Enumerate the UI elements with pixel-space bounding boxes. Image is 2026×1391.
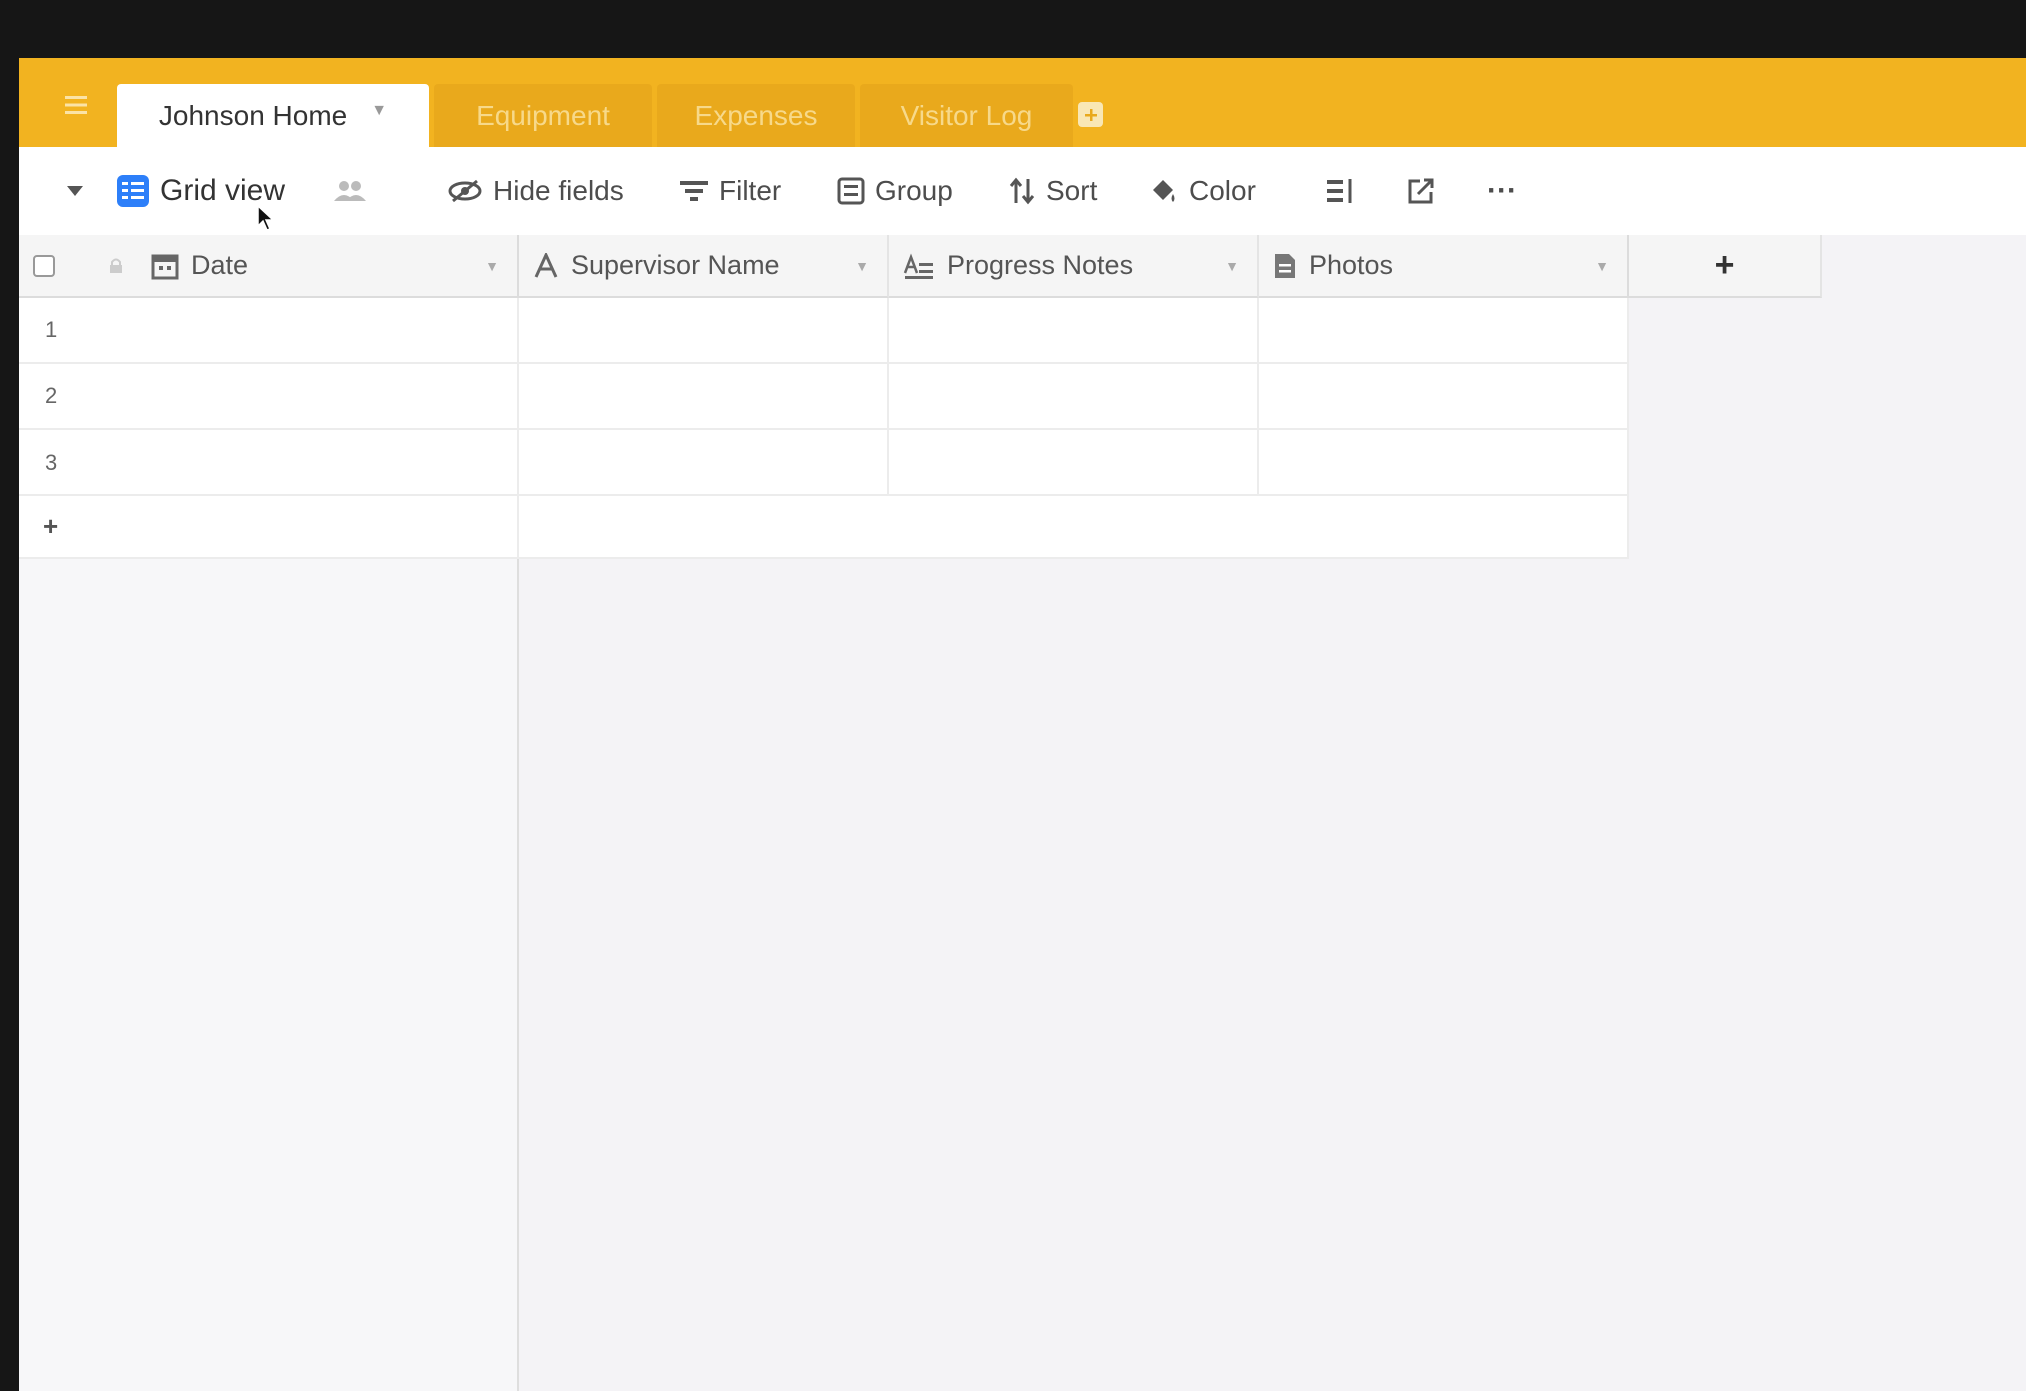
data-grid: Date ▼ Supervisor Name ▼ Progress Notes … bbox=[19, 205, 2026, 1391]
row-number: 3 bbox=[45, 450, 58, 475]
collaborators-icon[interactable] bbox=[333, 147, 367, 235]
chevron-down-icon[interactable]: ▼ bbox=[485, 258, 499, 274]
grid-view-icon bbox=[117, 175, 149, 207]
column-label: Photos bbox=[1309, 250, 1394, 280]
tab-johnson-home[interactable]: Johnson Home ▼ bbox=[117, 84, 429, 147]
chevron-down-icon[interactable]: ▼ bbox=[855, 258, 869, 274]
plus-icon bbox=[1084, 108, 1097, 121]
row-height-button[interactable] bbox=[1325, 147, 1355, 235]
column-label: Date bbox=[191, 250, 249, 280]
column-label: Progress Notes bbox=[947, 250, 1134, 280]
plus-icon: + bbox=[1714, 246, 1735, 284]
table-cell[interactable] bbox=[1259, 364, 1629, 430]
table-cell[interactable] bbox=[889, 298, 1259, 364]
view-name: Grid view bbox=[160, 174, 286, 207]
select-all-checkbox[interactable] bbox=[33, 254, 55, 277]
add-row-area[interactable] bbox=[519, 496, 1629, 559]
tab-label: Expenses bbox=[694, 99, 818, 131]
table-row[interactable] bbox=[19, 298, 519, 364]
table-cell[interactable] bbox=[1259, 298, 1629, 364]
chevron-down-icon[interactable]: ▼ bbox=[1225, 258, 1239, 274]
views-sidebar-toggle[interactable] bbox=[66, 147, 84, 235]
view-toolbar: Grid view Hide fields Filter Group Sort … bbox=[19, 147, 2026, 235]
column-header-photos[interactable]: Photos ▼ bbox=[1259, 235, 1629, 298]
lock-icon bbox=[109, 258, 123, 274]
table-cell[interactable] bbox=[519, 430, 889, 496]
column-header-date[interactable]: Date ▼ bbox=[19, 235, 519, 298]
plus-icon[interactable]: + bbox=[43, 511, 58, 542]
column-header-supervisor-name[interactable]: Supervisor Name ▼ bbox=[519, 235, 889, 298]
row-height-icon bbox=[1327, 179, 1352, 203]
column-header-progress-notes[interactable]: Progress Notes ▼ bbox=[889, 235, 1259, 298]
table-cell[interactable] bbox=[1259, 430, 1629, 496]
hamburger-menu-icon[interactable] bbox=[59, 88, 93, 122]
tab-label: Visitor Log bbox=[900, 99, 1033, 131]
sort-label: Sort bbox=[1046, 175, 1098, 206]
group-icon bbox=[837, 177, 865, 205]
color-label: Color bbox=[1189, 175, 1256, 206]
tab-expenses[interactable]: Expenses bbox=[657, 84, 855, 147]
app-window: Johnson Home ▼ Equipment Expenses Visito… bbox=[19, 58, 2026, 1391]
chevron-down-icon[interactable]: ▼ bbox=[1595, 258, 1609, 274]
filter-icon bbox=[680, 181, 708, 201]
tab-visitor-log[interactable]: Visitor Log bbox=[860, 84, 1073, 147]
more-icon: ··· bbox=[1487, 174, 1517, 207]
group-button[interactable]: Group bbox=[837, 147, 953, 235]
table-cell[interactable] bbox=[889, 364, 1259, 430]
color-button[interactable]: Color bbox=[1149, 147, 1256, 235]
more-options-button[interactable]: ··· bbox=[1487, 147, 1517, 235]
tab-label: Johnson Home bbox=[158, 99, 348, 131]
calendar-icon bbox=[151, 252, 179, 280]
table-tab-bar: Johnson Home ▼ Equipment Expenses Visito… bbox=[19, 58, 2026, 147]
filter-label: Filter bbox=[719, 175, 782, 206]
column-label: Supervisor Name bbox=[571, 250, 780, 280]
attachment-icon bbox=[1273, 252, 1297, 280]
hide-fields-button[interactable]: Hide fields bbox=[447, 147, 624, 235]
share-view-button[interactable] bbox=[1406, 147, 1436, 235]
table-row[interactable] bbox=[19, 430, 519, 496]
add-column-button[interactable]: + bbox=[1629, 235, 1822, 298]
add-table-button[interactable] bbox=[1078, 102, 1103, 127]
sort-icon bbox=[1009, 177, 1035, 205]
group-label: Group bbox=[875, 175, 953, 206]
sort-button[interactable]: Sort bbox=[1008, 147, 1097, 235]
tab-equipment[interactable]: Equipment bbox=[434, 84, 652, 147]
mouse-cursor-icon bbox=[257, 205, 275, 231]
chevron-down-icon[interactable]: ▼ bbox=[371, 102, 387, 120]
filter-button[interactable]: Filter bbox=[679, 147, 781, 235]
row-number: 2 bbox=[45, 383, 58, 408]
table-cell[interactable] bbox=[889, 430, 1259, 496]
share-icon bbox=[1408, 178, 1434, 204]
table-row[interactable] bbox=[19, 364, 519, 430]
long-text-icon bbox=[903, 252, 935, 279]
table-cell[interactable] bbox=[519, 298, 889, 364]
table-cell[interactable] bbox=[519, 364, 889, 430]
tab-label: Equipment bbox=[476, 99, 610, 131]
row-number: 1 bbox=[45, 317, 58, 342]
hide-fields-label: Hide fields bbox=[493, 175, 624, 206]
eye-off-icon bbox=[448, 179, 482, 203]
text-icon bbox=[533, 252, 559, 279]
chevron-down-icon bbox=[67, 186, 83, 196]
paint-bucket-icon bbox=[1153, 180, 1175, 202]
add-row-button[interactable] bbox=[19, 496, 519, 559]
